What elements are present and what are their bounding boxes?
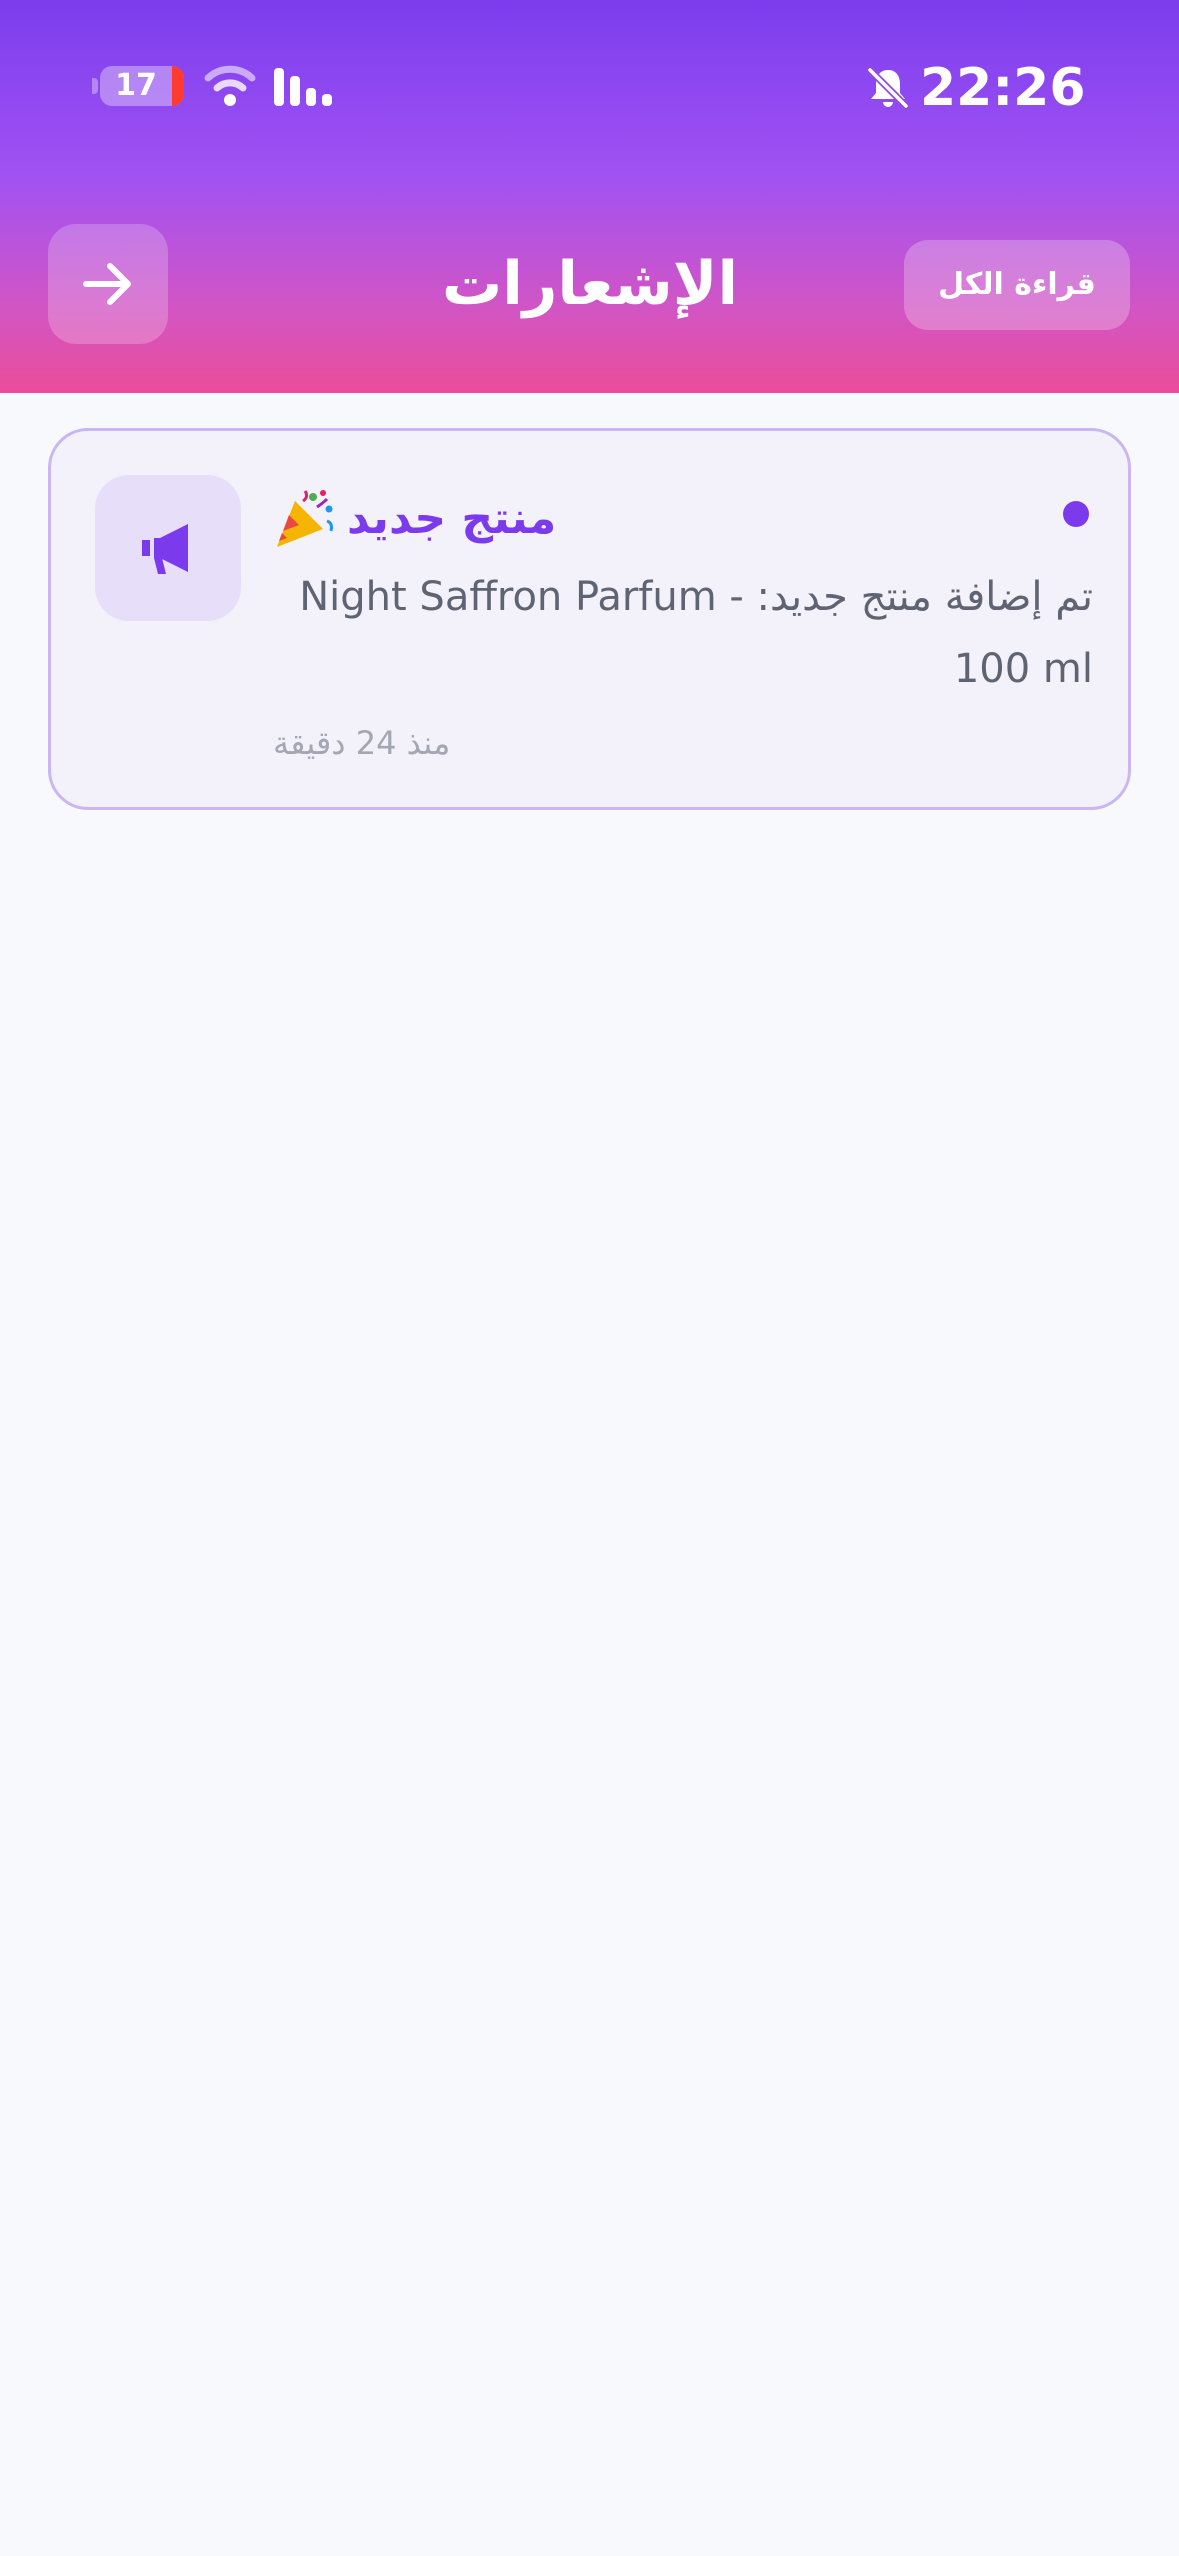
party-popper-icon bbox=[277, 490, 333, 547]
megaphone-icon bbox=[142, 524, 188, 574]
signal-icon bbox=[274, 68, 332, 106]
notification-message: تم إضافة منتج جديد: Night Saffron Parfum… bbox=[299, 574, 1093, 692]
battery-nub bbox=[92, 78, 98, 94]
wifi-icon bbox=[204, 65, 256, 106]
notification-title-row: منتج جديد bbox=[273, 481, 593, 557]
notification-card[interactable]: منتج جديد تم إضافة منتج جديد: Night Saff… bbox=[48, 428, 1131, 810]
read-all-button[interactable]: قراءة الكل bbox=[904, 240, 1130, 330]
status-bar: 17 22:26 bbox=[0, 0, 1179, 170]
arrow-right-icon bbox=[83, 263, 131, 305]
battery-icon: 17 bbox=[100, 66, 184, 106]
bell-off-icon bbox=[866, 66, 910, 110]
unread-indicator bbox=[1063, 501, 1089, 527]
notification-time: منذ 24 دقيقة bbox=[273, 724, 451, 762]
battery-level: 17 bbox=[115, 68, 157, 103]
notification-title: منتج جديد bbox=[347, 493, 557, 544]
header: 17 22:26 الإشعارات قراءة الكل bbox=[0, 0, 1179, 393]
notification-icon-box bbox=[95, 475, 241, 621]
back-button[interactable] bbox=[48, 224, 168, 344]
clock: 22:26 bbox=[920, 58, 1086, 118]
page-title: الإشعارات bbox=[441, 249, 739, 319]
